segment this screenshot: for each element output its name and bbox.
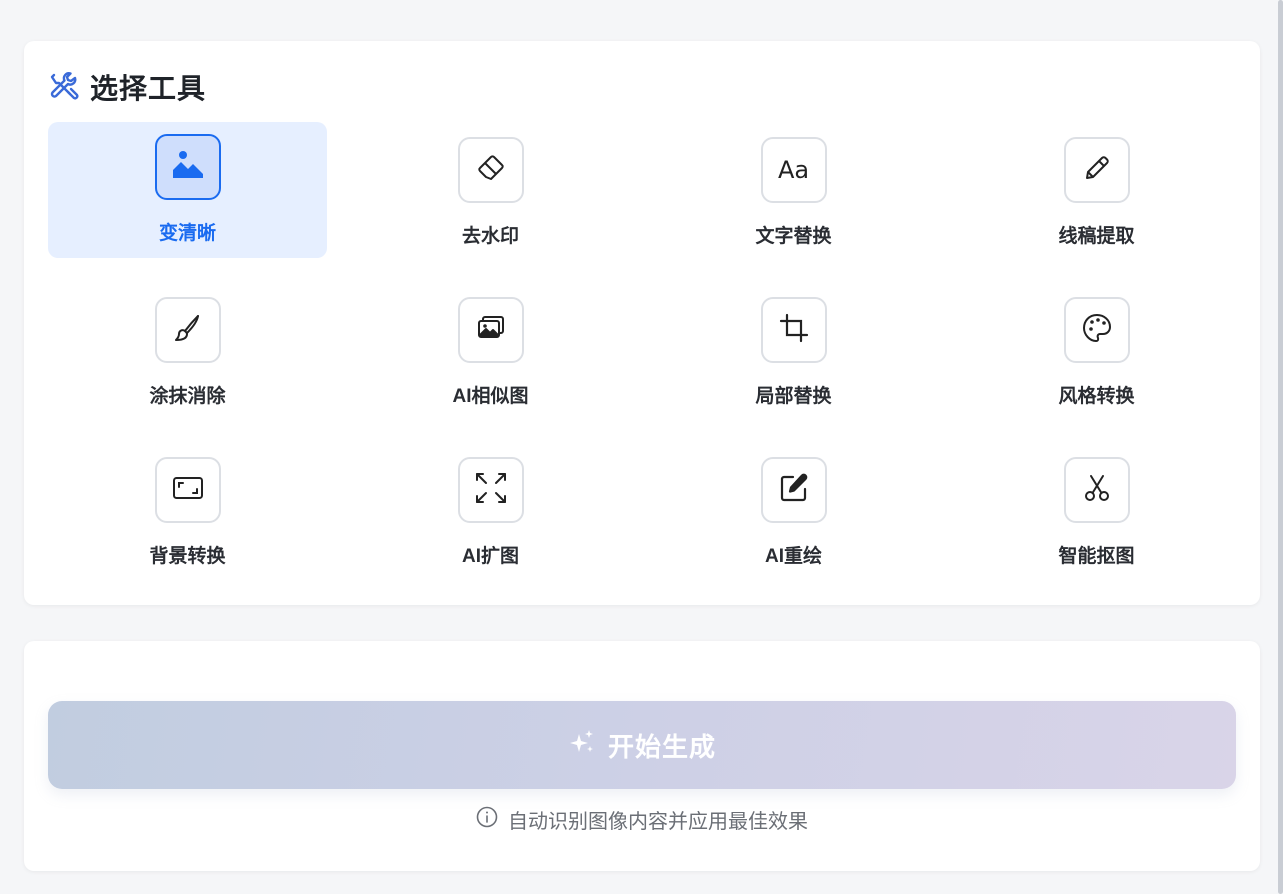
tool-label: 背景转换 bbox=[149, 546, 226, 567]
tool-background-change[interactable]: 背景转换 bbox=[48, 442, 327, 578]
tool-label: AI扩图 bbox=[461, 546, 519, 567]
sparkles-icon bbox=[568, 728, 596, 763]
section-title-text: 选择工具 bbox=[90, 73, 207, 104]
tool-smart-cutout[interactable]: 智能抠图 bbox=[957, 442, 1236, 578]
tool-icon-box bbox=[760, 297, 827, 363]
scrollbar-thumb[interactable] bbox=[1278, 0, 1283, 894]
eraser-icon bbox=[476, 153, 506, 188]
expand-icon bbox=[474, 471, 508, 510]
tool-label: AI相似图 bbox=[452, 386, 529, 407]
tool-icon-box bbox=[1063, 137, 1130, 203]
tool-label: 涂抹消除 bbox=[149, 386, 226, 407]
tool-label: AI重绘 bbox=[764, 546, 822, 567]
tool-label: 文字替换 bbox=[755, 226, 832, 247]
tool-ai-repaint[interactable]: AI重绘 bbox=[654, 442, 933, 578]
generate-button[interactable]: 开始生成 bbox=[48, 701, 1236, 789]
generate-button-label: 开始生成 bbox=[607, 731, 716, 762]
tools-icon bbox=[48, 71, 80, 103]
scissors-icon bbox=[1081, 472, 1113, 509]
tool-icon-box: Aa bbox=[760, 137, 827, 203]
crop-icon bbox=[778, 312, 810, 349]
palette-icon bbox=[1081, 312, 1113, 349]
scrollbar-track[interactable] bbox=[1275, 0, 1283, 894]
tool-icon-box bbox=[1063, 457, 1130, 523]
tool-icon-box bbox=[457, 457, 524, 523]
tool-line-art[interactable]: 线稿提取 bbox=[957, 122, 1236, 258]
tool-label: 局部替换 bbox=[755, 386, 832, 407]
brush-icon bbox=[172, 312, 204, 349]
hint-text-row: 自动识别图像内容并应用最佳效果 bbox=[24, 805, 1260, 834]
frame-icon bbox=[172, 472, 204, 509]
tool-label: 风格转换 bbox=[1058, 386, 1135, 407]
text-aa-icon: Aa bbox=[777, 156, 810, 184]
tool-ai-similar[interactable]: AI相似图 bbox=[351, 282, 630, 418]
section-title: 选择工具 bbox=[48, 67, 206, 107]
tool-partial-replace[interactable]: 局部替换 bbox=[654, 282, 933, 418]
tool-icon-box bbox=[154, 457, 221, 523]
tool-icon-box bbox=[760, 457, 827, 523]
tool-label: 智能抠图 bbox=[1058, 546, 1135, 567]
tool-icon-box bbox=[457, 137, 524, 203]
tool-label: 线稿提取 bbox=[1058, 226, 1135, 247]
tool-label: 变清晰 bbox=[158, 223, 216, 244]
pencil-icon bbox=[1081, 152, 1113, 189]
images-icon bbox=[475, 312, 507, 349]
tool-icon-box bbox=[457, 297, 524, 363]
image-icon bbox=[171, 148, 205, 187]
tool-smear-erase[interactable]: 涂抹消除 bbox=[48, 282, 327, 418]
tool-text-replace[interactable]: Aa 文字替换 bbox=[654, 122, 933, 258]
info-icon bbox=[476, 806, 498, 834]
tool-icon-box bbox=[154, 297, 221, 363]
tool-enhance[interactable]: 变清晰 bbox=[48, 122, 327, 258]
tool-label: 去水印 bbox=[461, 226, 519, 247]
edit-icon bbox=[778, 472, 810, 509]
tool-style-transfer[interactable]: 风格转换 bbox=[957, 282, 1236, 418]
tool-grid: 变清晰 去水印 Aa 文字替换 线稿提取 涂抹消除 AI相似图 局部替换 风格转… bbox=[48, 122, 1260, 578]
tool-icon-box bbox=[154, 134, 221, 200]
hint-text: 自动识别图像内容并应用最佳效果 bbox=[508, 811, 808, 833]
tool-icon-box bbox=[1063, 297, 1130, 363]
tools-card: 选择工具 变清晰 去水印 Aa 文字替换 线稿提取 涂抹消除 AI相似图 局部替… bbox=[24, 41, 1260, 605]
tool-remove-watermark[interactable]: 去水印 bbox=[351, 122, 630, 258]
action-card: 开始生成 自动识别图像内容并应用最佳效果 bbox=[24, 641, 1260, 871]
tool-ai-expand[interactable]: AI扩图 bbox=[351, 442, 630, 578]
